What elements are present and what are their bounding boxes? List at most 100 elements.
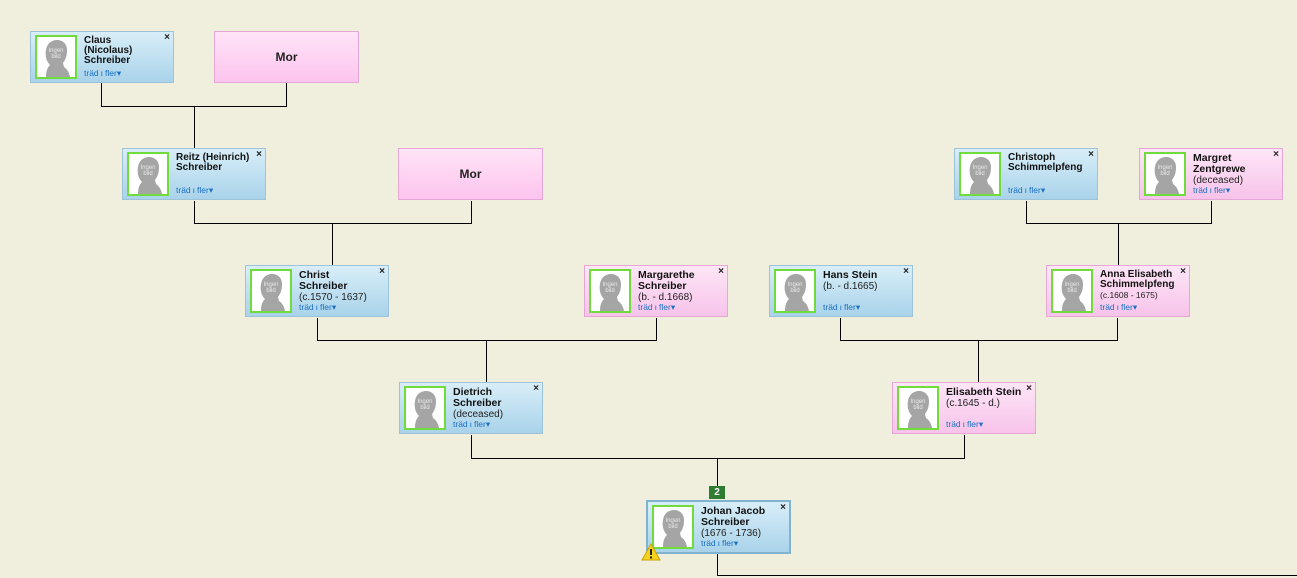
- close-icon[interactable]: ×: [533, 384, 539, 394]
- person-card-elisabeth[interactable]: Ingen bild Elisabeth Stein (c.1645 - d.) t…: [892, 382, 1036, 434]
- person-photo-placeholder[interactable]: Ingen bild: [35, 35, 77, 79]
- person-photo-placeholder[interactable]: Ingen bild: [250, 269, 292, 313]
- warning-icon[interactable]: [641, 543, 661, 561]
- person-name[interactable]: Margret Zentgrewe (deceased): [1193, 152, 1270, 187]
- children-count-badge[interactable]: 2: [709, 486, 725, 499]
- close-icon[interactable]: ×: [903, 267, 909, 277]
- person-silhouette-icon: Ingenbild: [252, 271, 290, 311]
- tree-link[interactable]: träd: [1193, 185, 1208, 195]
- link-separator: ı: [717, 538, 721, 548]
- person-photo-placeholder[interactable]: Ingen bild: [589, 269, 631, 313]
- person-name[interactable]: Anna Elisabeth Schimmelpfeng (c.1608 - 16…: [1100, 270, 1177, 301]
- person-links: träd ı fler▾: [176, 185, 213, 196]
- link-separator: ı: [469, 419, 473, 429]
- add-mother-card[interactable]: Mor: [398, 148, 543, 200]
- link-separator: ı: [1024, 185, 1028, 195]
- svg-text:bild: bild: [266, 288, 275, 294]
- link-separator: ı: [1209, 185, 1213, 195]
- person-card-dietrich[interactable]: Ingen bild Dietrich Schreiber (deceased) t…: [399, 382, 543, 434]
- person-card-reitz[interactable]: Ingen bild Reitz (Heinrich) Schreiber trä…: [122, 148, 266, 200]
- more-menu-link[interactable]: fler▾: [967, 419, 983, 429]
- close-icon[interactable]: ×: [1273, 150, 1279, 160]
- person-card-christoph[interactable]: Ingen bild Christoph Schimmelpfeng träd ı f…: [954, 148, 1098, 200]
- person-name[interactable]: Dietrich Schreiber (deceased): [453, 386, 530, 421]
- tree-link[interactable]: träd: [299, 302, 314, 312]
- more-menu-link[interactable]: fler▾: [197, 185, 213, 195]
- close-icon[interactable]: ×: [718, 267, 724, 277]
- person-links: träd ı fler▾: [1100, 302, 1137, 313]
- person-card-christ[interactable]: Ingen bild Christ Schreiber (c.1570 - 1637…: [245, 265, 389, 317]
- close-icon[interactable]: ×: [1180, 267, 1186, 277]
- person-card-anna[interactable]: Ingen bild Anna Elisabeth Schimmelpfeng (c…: [1046, 265, 1190, 317]
- person-photo-placeholder[interactable]: Ingen bild: [404, 386, 446, 430]
- person-silhouette-icon: Ingenbild: [1053, 271, 1091, 311]
- tree-link[interactable]: träd: [1008, 185, 1023, 195]
- more-menu-link[interactable]: fler▾: [320, 302, 336, 312]
- more-menu-link[interactable]: fler▾: [105, 68, 121, 78]
- svg-text:bild: bild: [51, 54, 60, 60]
- person-card-hans[interactable]: Ingen bild Hans Stein (b. - d.1665) träd ı f…: [769, 265, 913, 317]
- close-icon[interactable]: ×: [780, 503, 786, 513]
- person-name[interactable]: Christoph Schimmelpfeng: [1008, 153, 1085, 173]
- person-name[interactable]: Elisabeth Stein (c.1645 - d.): [946, 387, 1023, 410]
- more-menu-link[interactable]: fler▾: [722, 538, 738, 548]
- person-card-johan[interactable]: Ingen bild Johan Jacob Schreiber (1676 - 1…: [646, 500, 791, 554]
- link-separator: ı: [192, 185, 196, 195]
- more-menu-link[interactable]: fler▾: [1121, 302, 1137, 312]
- tree-link[interactable]: träd: [1100, 302, 1115, 312]
- tree-link[interactable]: träd: [823, 302, 838, 312]
- more-menu-link[interactable]: fler▾: [659, 302, 675, 312]
- person-name[interactable]: Johan Jacob Schreiber (1676 - 1736): [701, 506, 777, 540]
- close-icon[interactable]: ×: [1088, 150, 1094, 160]
- person-name[interactable]: Reitz (Heinrich) Schreiber: [176, 153, 253, 173]
- person-name[interactable]: Margarethe Schreiber (b. - d.1668): [638, 270, 715, 304]
- svg-text:bild: bild: [420, 405, 429, 411]
- person-silhouette-icon: Ingenbild: [129, 154, 167, 194]
- tree-link[interactable]: träd: [176, 185, 191, 195]
- link-separator: ı: [1116, 302, 1120, 312]
- more-menu-link[interactable]: fler▾: [1214, 185, 1230, 195]
- svg-text:bild: bild: [668, 524, 677, 530]
- tree-link[interactable]: träd: [84, 68, 99, 78]
- tree-link[interactable]: träd: [946, 419, 961, 429]
- person-card-margret[interactable]: Ingen bild Margret Zentgrewe (deceased) tr…: [1139, 148, 1283, 200]
- link-separator: ı: [315, 302, 319, 312]
- person-photo-placeholder[interactable]: Ingen bild: [897, 386, 939, 430]
- person-photo-placeholder[interactable]: Ingen bild: [1144, 152, 1186, 196]
- person-silhouette-icon: Ingenbild: [899, 388, 937, 428]
- more-menu-link[interactable]: fler▾: [474, 419, 490, 429]
- person-name[interactable]: Christ Schreiber (c.1570 - 1637): [299, 270, 376, 304]
- tree-link[interactable]: träd: [453, 419, 468, 429]
- svg-text:bild: bild: [605, 288, 614, 294]
- svg-text:bild: bild: [143, 171, 152, 177]
- person-name-text: Margret Zentgrewe: [1193, 152, 1246, 175]
- person-name[interactable]: Claus (Nicolaus) Schreiber: [84, 36, 161, 66]
- person-dates: (c.1645 - d.): [946, 398, 1000, 409]
- add-mother-label: Mor: [275, 50, 298, 64]
- person-links: träd ı fler▾: [946, 419, 983, 430]
- add-mother-card[interactable]: Mor: [214, 31, 359, 83]
- person-photo-placeholder[interactable]: Ingen bild: [774, 269, 816, 313]
- more-menu-link[interactable]: fler▾: [1029, 185, 1045, 195]
- tree-link[interactable]: träd: [638, 302, 653, 312]
- link-separator: ı: [839, 302, 843, 312]
- more-menu-link[interactable]: fler▾: [844, 302, 860, 312]
- person-name-text: Dietrich Schreiber: [453, 386, 502, 409]
- tree-link[interactable]: träd: [701, 538, 716, 548]
- close-icon[interactable]: ×: [256, 150, 262, 160]
- close-icon[interactable]: ×: [164, 33, 170, 43]
- person-card-margarethe[interactable]: Ingen bild Margarethe Schreiber (b. - d.16…: [584, 265, 728, 317]
- person-silhouette-icon: Ingenbild: [654, 507, 692, 547]
- person-name-text: Hans Stein: [823, 269, 878, 281]
- person-silhouette-icon: Ingenbild: [1146, 154, 1184, 194]
- person-photo-placeholder[interactable]: Ingen bild: [1051, 269, 1093, 313]
- person-photo-placeholder[interactable]: Ingen bild: [127, 152, 169, 196]
- person-silhouette-icon: Ingenbild: [776, 271, 814, 311]
- person-photo-placeholder[interactable]: Ingen bild: [959, 152, 1001, 196]
- person-dates: (b. - d.1665): [823, 281, 878, 292]
- close-icon[interactable]: ×: [1026, 384, 1032, 394]
- person-card-claus[interactable]: Ingen bild Claus (Nicolaus) Schreiber trä…: [30, 31, 174, 83]
- close-icon[interactable]: ×: [379, 267, 385, 277]
- person-name[interactable]: Hans Stein (b. - d.1665): [823, 269, 900, 293]
- svg-text:bild: bild: [1160, 171, 1169, 177]
